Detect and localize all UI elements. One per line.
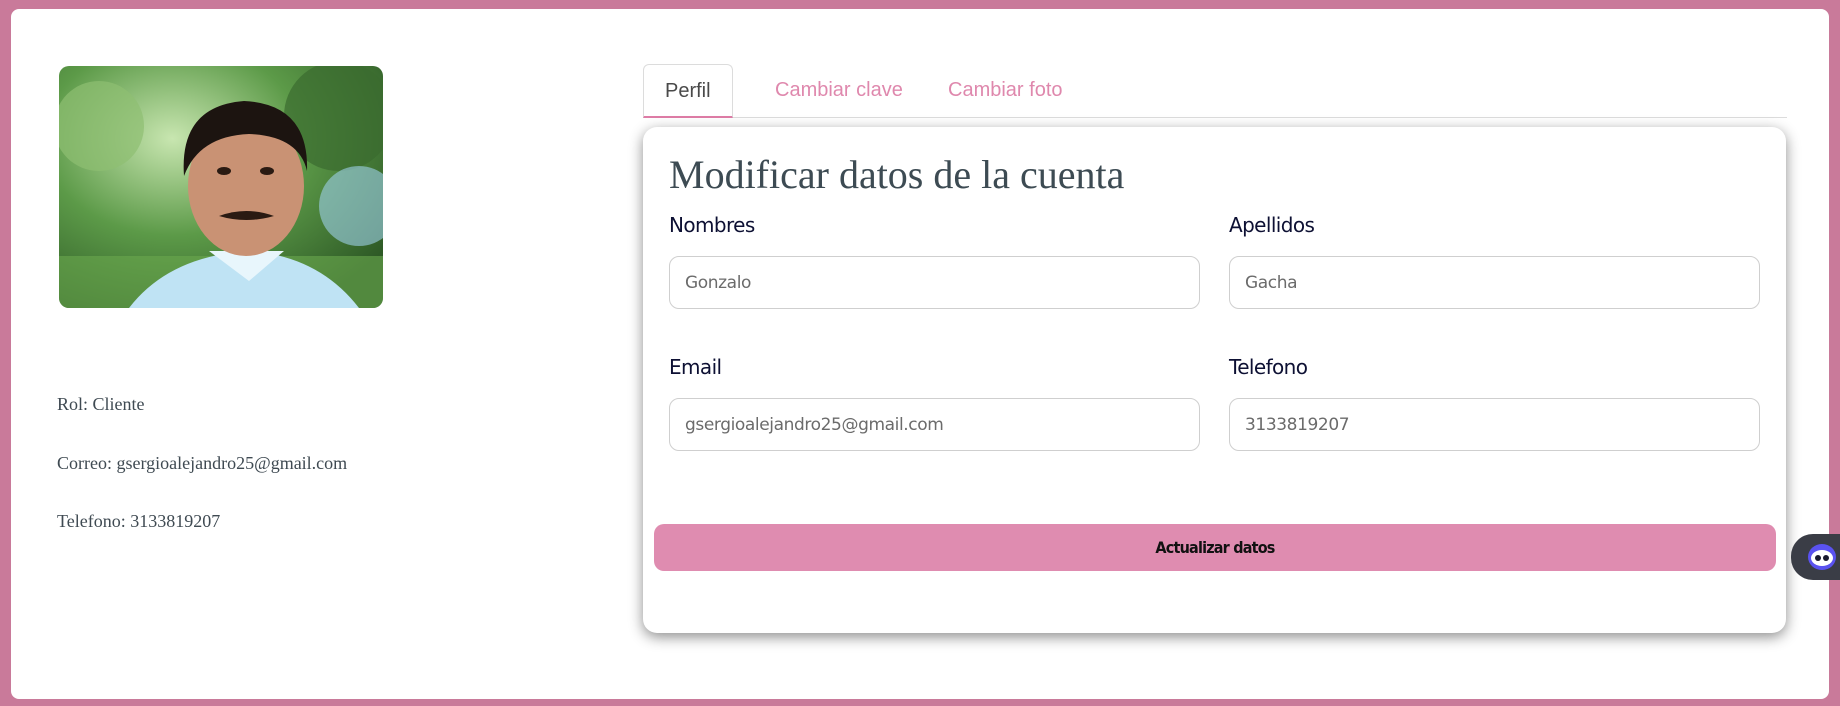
chat-widget-button[interactable] <box>1791 534 1840 580</box>
form-title: Modificar datos de la cuenta <box>669 152 1125 197</box>
profile-photo <box>59 66 383 308</box>
telefono-info: Telefono: 3133819207 <box>57 511 221 531</box>
nombres-label: Nombres <box>669 213 755 237</box>
tab-cambiar-clave[interactable]: Cambiar clave <box>754 64 924 118</box>
update-data-button[interactable]: Actualizar datos <box>654 524 1776 571</box>
rol-value: Cliente <box>92 394 145 414</box>
apellidos-label: Apellidos <box>1229 213 1315 237</box>
telefono-field[interactable] <box>1229 398 1760 451</box>
rol-info: Rol: Cliente <box>57 394 145 414</box>
account-form-card: Modificar datos de la cuenta Nombres Ape… <box>643 127 1786 633</box>
telefono-value: 3133819207 <box>130 511 221 531</box>
tab-cambiar-foto[interactable]: Cambiar foto <box>927 64 1084 118</box>
email-label: Email <box>669 355 722 379</box>
nombres-field[interactable] <box>669 256 1200 309</box>
profile-tabs: Perfil Cambiar clave Cambiar foto <box>643 64 1787 118</box>
telefono-label: Telefono <box>1229 355 1308 379</box>
correo-info: Correo: gsergioalejandro25@gmail.com <box>57 453 348 473</box>
email-field[interactable] <box>669 398 1200 451</box>
correo-value: gsergioalejandro25@gmail.com <box>116 453 348 473</box>
tab-perfil[interactable]: Perfil <box>643 64 733 118</box>
chat-assistant-icon <box>1808 544 1836 570</box>
apellidos-field[interactable] <box>1229 256 1760 309</box>
